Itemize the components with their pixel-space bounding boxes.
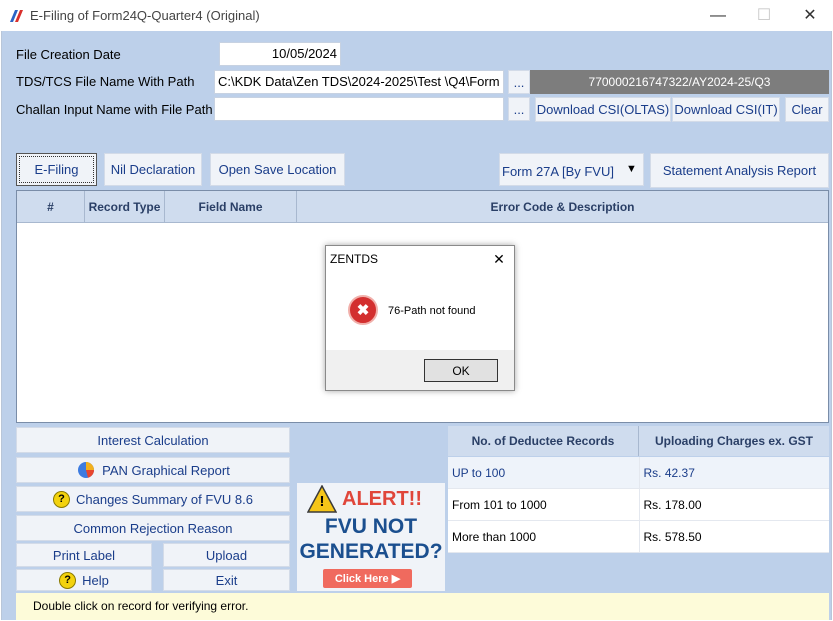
table-row: From 101 to 1000 Rs. 178.00 (448, 489, 829, 521)
rate-charge: Rs. 42.37 (639, 457, 829, 489)
alert-line-2: GENERATED? (299, 540, 443, 563)
upload-button[interactable]: Upload (163, 543, 290, 567)
download-csi-it-button[interactable]: Download CSI(IT) (672, 97, 780, 122)
chevron-down-icon: ▼ (626, 163, 637, 175)
tds-file-name-label: TDS/TCS File Name With Path (16, 74, 195, 89)
warning-icon: ! (306, 484, 338, 513)
grid-header-error-description[interactable]: Error Code & Description (297, 191, 828, 223)
nil-declaration-button[interactable]: Nil Declaration (104, 153, 202, 186)
interest-calculation-button[interactable]: Interest Calculation (16, 427, 290, 453)
app-logo-icon (10, 10, 23, 22)
efiling-button[interactable]: E-Filing (16, 153, 97, 186)
dialog-close-button[interactable]: ✕ (486, 248, 512, 270)
challan-browse-button[interactable]: ... (508, 97, 530, 121)
common-rejection-reason-button[interactable]: Common Rejection Reason (16, 515, 290, 541)
download-csi-oltas-button[interactable]: Download CSI(OLTAS) (535, 97, 671, 122)
clear-button[interactable]: Clear (785, 97, 829, 122)
dialog-message: 76-Path not found (388, 305, 476, 317)
print-label-button[interactable]: Print Label (16, 543, 152, 567)
rates-body: UP to 100 Rs. 42.37 From 101 to 1000 Rs.… (448, 457, 829, 553)
alert-click-here-button[interactable]: Click Here ▶ (323, 569, 412, 588)
rates-header-charges: Uploading Charges ex. GST (639, 426, 829, 456)
error-dialog: ZENTDS ✕ ✖ 76-Path not found OK (325, 245, 515, 391)
window-title: E-Filing of Form24Q-Quarter4 (Original) (30, 8, 260, 23)
changes-summary-label: Changes Summary of FVU 8.6 (75, 491, 254, 507)
changes-summary-button[interactable]: ? Changes Summary of FVU 8.6 (16, 486, 290, 512)
dialog-body: ZENTDS ✕ ✖ 76-Path not found (326, 246, 514, 350)
alert-line-1: FVU NOT (324, 515, 418, 538)
rate-charge: Rs. 578.50 (639, 521, 829, 553)
token-number-display: 770000216747322/AY2024-25/Q3 (530, 70, 829, 94)
grid-header-field-name[interactable]: Field Name (165, 191, 297, 223)
form-type-select-value: Form 27A [By FVU] (502, 164, 614, 179)
close-window-button[interactable]: ✕ (787, 0, 833, 31)
rate-range: More than 1000 (448, 521, 640, 553)
status-bar: Double click on record for verifying err… (16, 593, 829, 620)
efiling-label: E-Filing (19, 156, 94, 183)
grid-header-number[interactable]: # (17, 191, 85, 223)
title-bar: E-Filing of Form24Q-Quarter4 (Original) … (0, 0, 833, 31)
warning-mark: ! (319, 493, 325, 510)
exit-button[interactable]: Exit (163, 569, 290, 591)
question-icon: ? (59, 571, 77, 589)
maximize-button: ☐ (756, 7, 772, 24)
help-button[interactable]: ? Help (16, 569, 152, 591)
rates-header-records: No. of Deductee Records (448, 426, 639, 456)
table-row: UP to 100 Rs. 42.37 (448, 457, 829, 489)
rate-range: UP to 100 (448, 457, 640, 489)
file-creation-date-label: File Creation Date (16, 47, 121, 62)
upload-charges-table: No. of Deductee Records Uploading Charge… (448, 426, 829, 565)
pan-graphical-report-button[interactable]: PAN Graphical Report (16, 457, 290, 483)
dialog-title: ZENTDS (330, 252, 378, 266)
minimize-button[interactable]: — (695, 0, 741, 31)
challan-input-label: Challan Input Name with File Path (16, 102, 213, 117)
alert-title: ALERT!! (342, 488, 422, 510)
file-creation-date-input[interactable]: 10/05/2024 (219, 42, 341, 66)
tds-file-browse-button[interactable]: ... (508, 70, 530, 94)
open-save-location-button[interactable]: Open Save Location (210, 153, 345, 186)
dialog-ok-button[interactable]: OK (424, 359, 498, 382)
rate-charge: Rs. 178.00 (639, 489, 829, 521)
tds-file-path-input[interactable]: C:\KDK Data\Zen TDS\2024-2025\Test \Q4\F… (214, 70, 504, 94)
grid-header-record-type[interactable]: Record Type (85, 191, 165, 223)
fvu-alert-banner[interactable]: ! ALERT!! FVU NOT GENERATED? Click Here … (297, 483, 445, 591)
statement-analysis-report-button[interactable]: Statement Analysis Report (650, 153, 829, 188)
form-type-select[interactable]: Form 27A [By FVU] ▼ (499, 153, 644, 186)
table-row: More than 1000 Rs. 578.50 (448, 521, 829, 553)
rate-range: From 101 to 1000 (448, 489, 640, 521)
help-label: Help (82, 572, 109, 588)
pie-chart-icon (78, 462, 95, 478)
error-icon: ✖ (348, 295, 378, 325)
challan-file-path-input[interactable] (214, 97, 504, 121)
pan-graphical-report-label: PAN Graphical Report (102, 462, 230, 478)
question-icon: ? (52, 490, 70, 508)
